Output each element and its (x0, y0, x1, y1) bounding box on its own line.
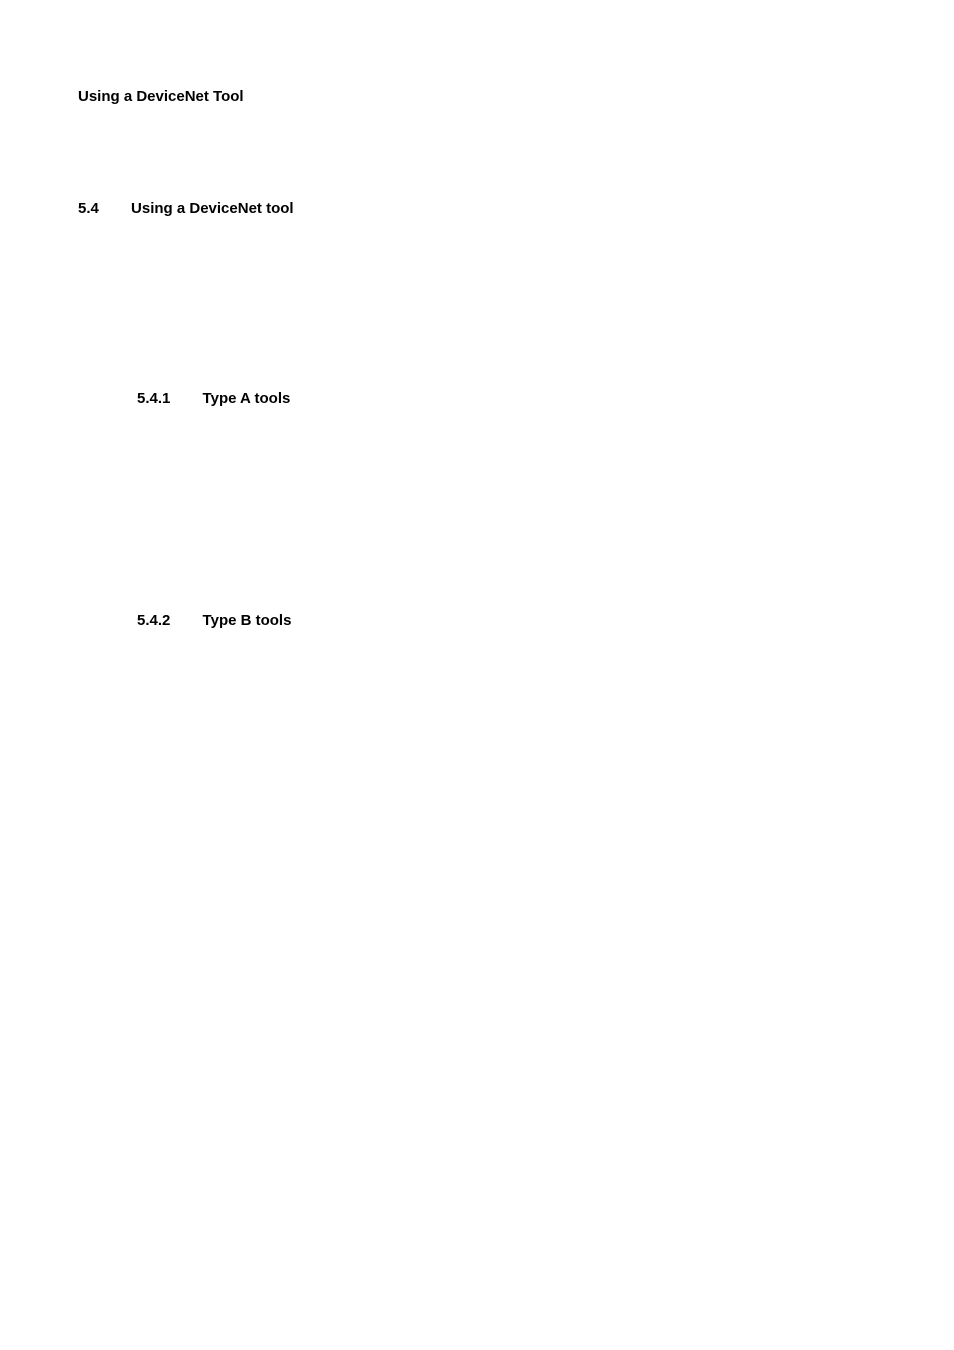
section-number: 5.4 (78, 200, 99, 217)
page-header-text: Using a DeviceNet Tool (78, 88, 244, 105)
section-title: Using a DeviceNet tool (131, 200, 294, 217)
section-heading: 5.4 Using a DeviceNet tool (78, 200, 294, 217)
page-header: Using a DeviceNet Tool (78, 88, 244, 105)
subsection-number-1: 5.4.1 (137, 390, 170, 407)
subsection-heading-2: 5.4.2 Type B tools (137, 612, 291, 629)
subsection-title-1: Type A tools (203, 390, 291, 407)
subsection-number-2: 5.4.2 (137, 612, 170, 629)
subsection-title-2: Type B tools (203, 612, 292, 629)
subsection-heading-1: 5.4.1 Type A tools (137, 390, 290, 407)
